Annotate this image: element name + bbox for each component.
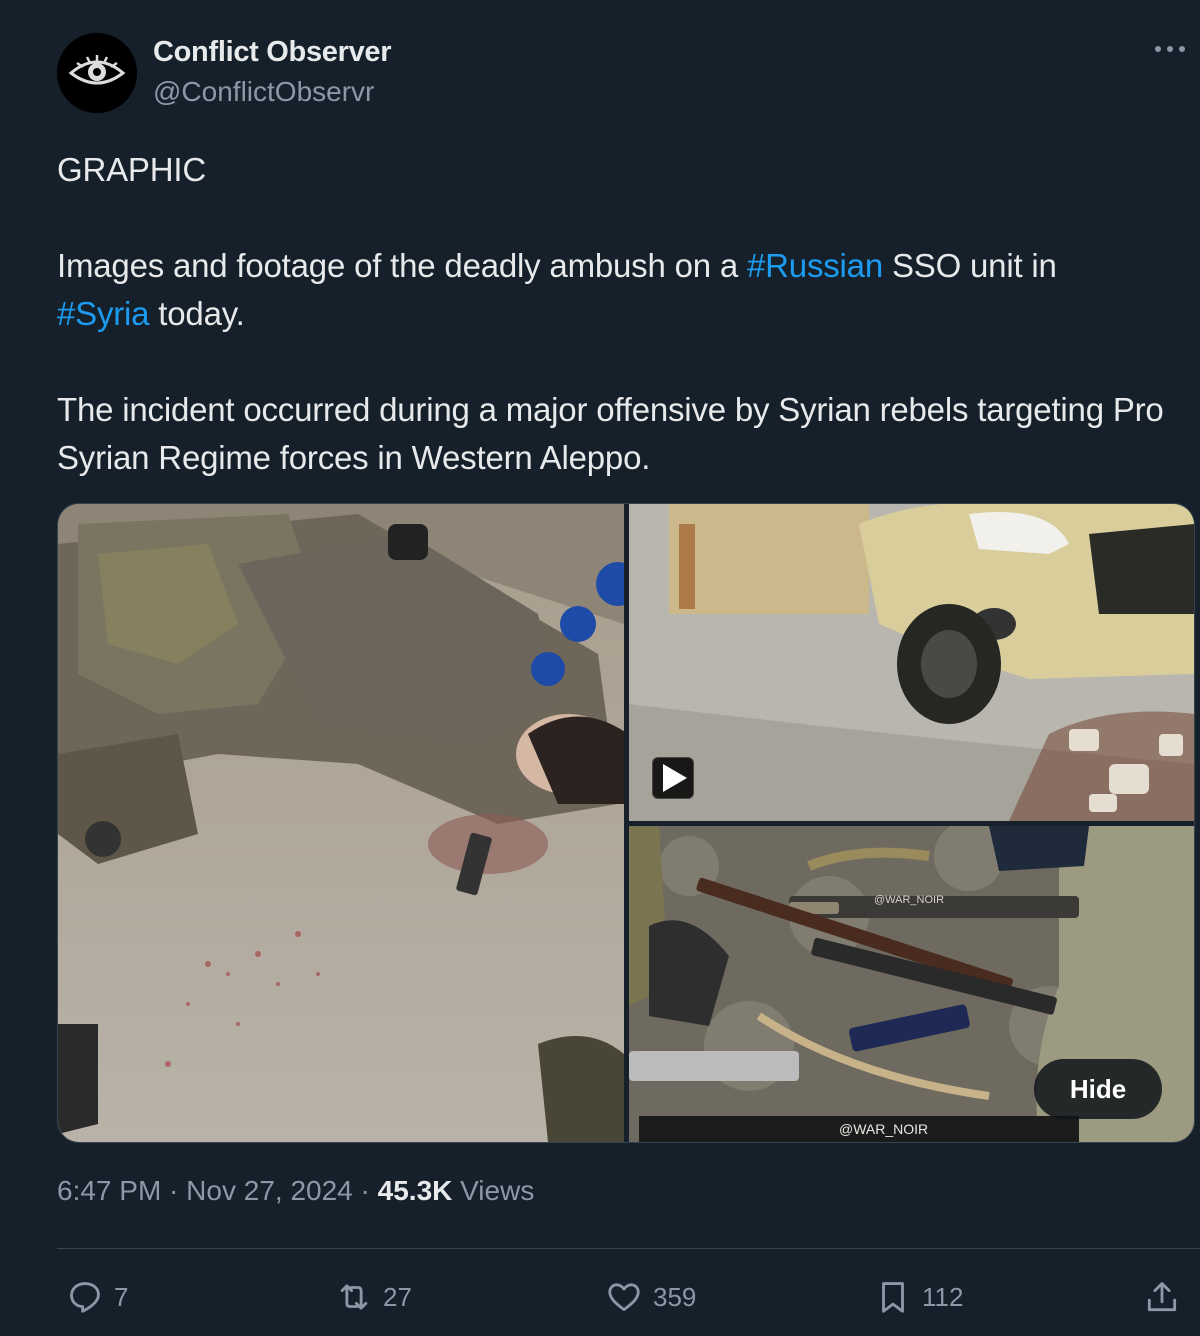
repost-icon	[340, 1284, 368, 1310]
tweet-text-segment: SSO unit in	[882, 247, 1057, 284]
media-photo-1[interactable]	[58, 504, 624, 1142]
reply-button[interactable]: 7	[66, 1276, 128, 1318]
repost-count: 27	[383, 1281, 412, 1312]
bookmark-count: 112	[922, 1281, 964, 1312]
separator: ·	[352, 1175, 378, 1206]
views-count: 45.3K	[377, 1175, 453, 1206]
divider	[57, 1248, 1200, 1249]
more-options-button[interactable]	[1152, 34, 1188, 64]
avatar[interactable]	[57, 33, 137, 113]
hashtag-russian-link[interactable]: #Russian	[747, 247, 883, 284]
author-handle[interactable]: @ConflictObservr	[153, 76, 374, 108]
views-label: Views	[452, 1175, 535, 1206]
reply-icon	[70, 1282, 100, 1313]
tweet-text-segment: Images and footage of the deadly ambush …	[57, 247, 747, 284]
share-button[interactable]	[1143, 1276, 1191, 1318]
separator: ·	[161, 1175, 187, 1206]
watermark-top-text: @WAR_NOIR	[874, 894, 944, 906]
hashtag-syria-link[interactable]: #Syria	[57, 295, 150, 332]
tweet-text-segment: today.	[149, 295, 245, 332]
like-button[interactable]: 359	[605, 1276, 696, 1318]
tweet-paragraph: Images and footage of the deadly ambush …	[57, 242, 1192, 338]
photo-soldier-image	[58, 504, 624, 1142]
bookmark-icon	[882, 1282, 904, 1313]
hide-media-button[interactable]: Hide	[1034, 1059, 1162, 1119]
tweet-metadata: 6:47 PM · Nov 27, 2024 · 45.3K Views	[57, 1175, 534, 1207]
like-count: 359	[653, 1281, 697, 1312]
eye-logo-icon	[57, 33, 137, 113]
tweet-text: GRAPHIC Images and footage of the deadly…	[57, 146, 1192, 482]
repost-button[interactable]: 27	[335, 1276, 412, 1318]
tweet-paragraph: The incident occurred during a major off…	[57, 391, 1164, 476]
bookmark-button[interactable]: 112	[874, 1276, 963, 1318]
play-button[interactable]	[652, 757, 694, 799]
media-video-thumbnail[interactable]	[629, 504, 1194, 821]
heart-icon	[608, 1283, 640, 1312]
watermark-bottom-text: @WAR_NOIR	[839, 1121, 928, 1137]
share-icon	[1147, 1282, 1177, 1312]
tweet-time[interactable]: 6:47 PM	[57, 1175, 161, 1206]
tweet-date[interactable]: Nov 27, 2024	[186, 1175, 353, 1206]
reply-count: 7	[114, 1281, 129, 1312]
media-grid: @WAR_NOIR @WAR_NOIR Hide	[57, 503, 1195, 1143]
more-icon	[1155, 46, 1185, 52]
play-icon	[663, 764, 687, 792]
video-truck-image	[629, 504, 1194, 821]
tweet-label: GRAPHIC	[57, 151, 206, 188]
author-name[interactable]: Conflict Observer	[153, 36, 392, 69]
